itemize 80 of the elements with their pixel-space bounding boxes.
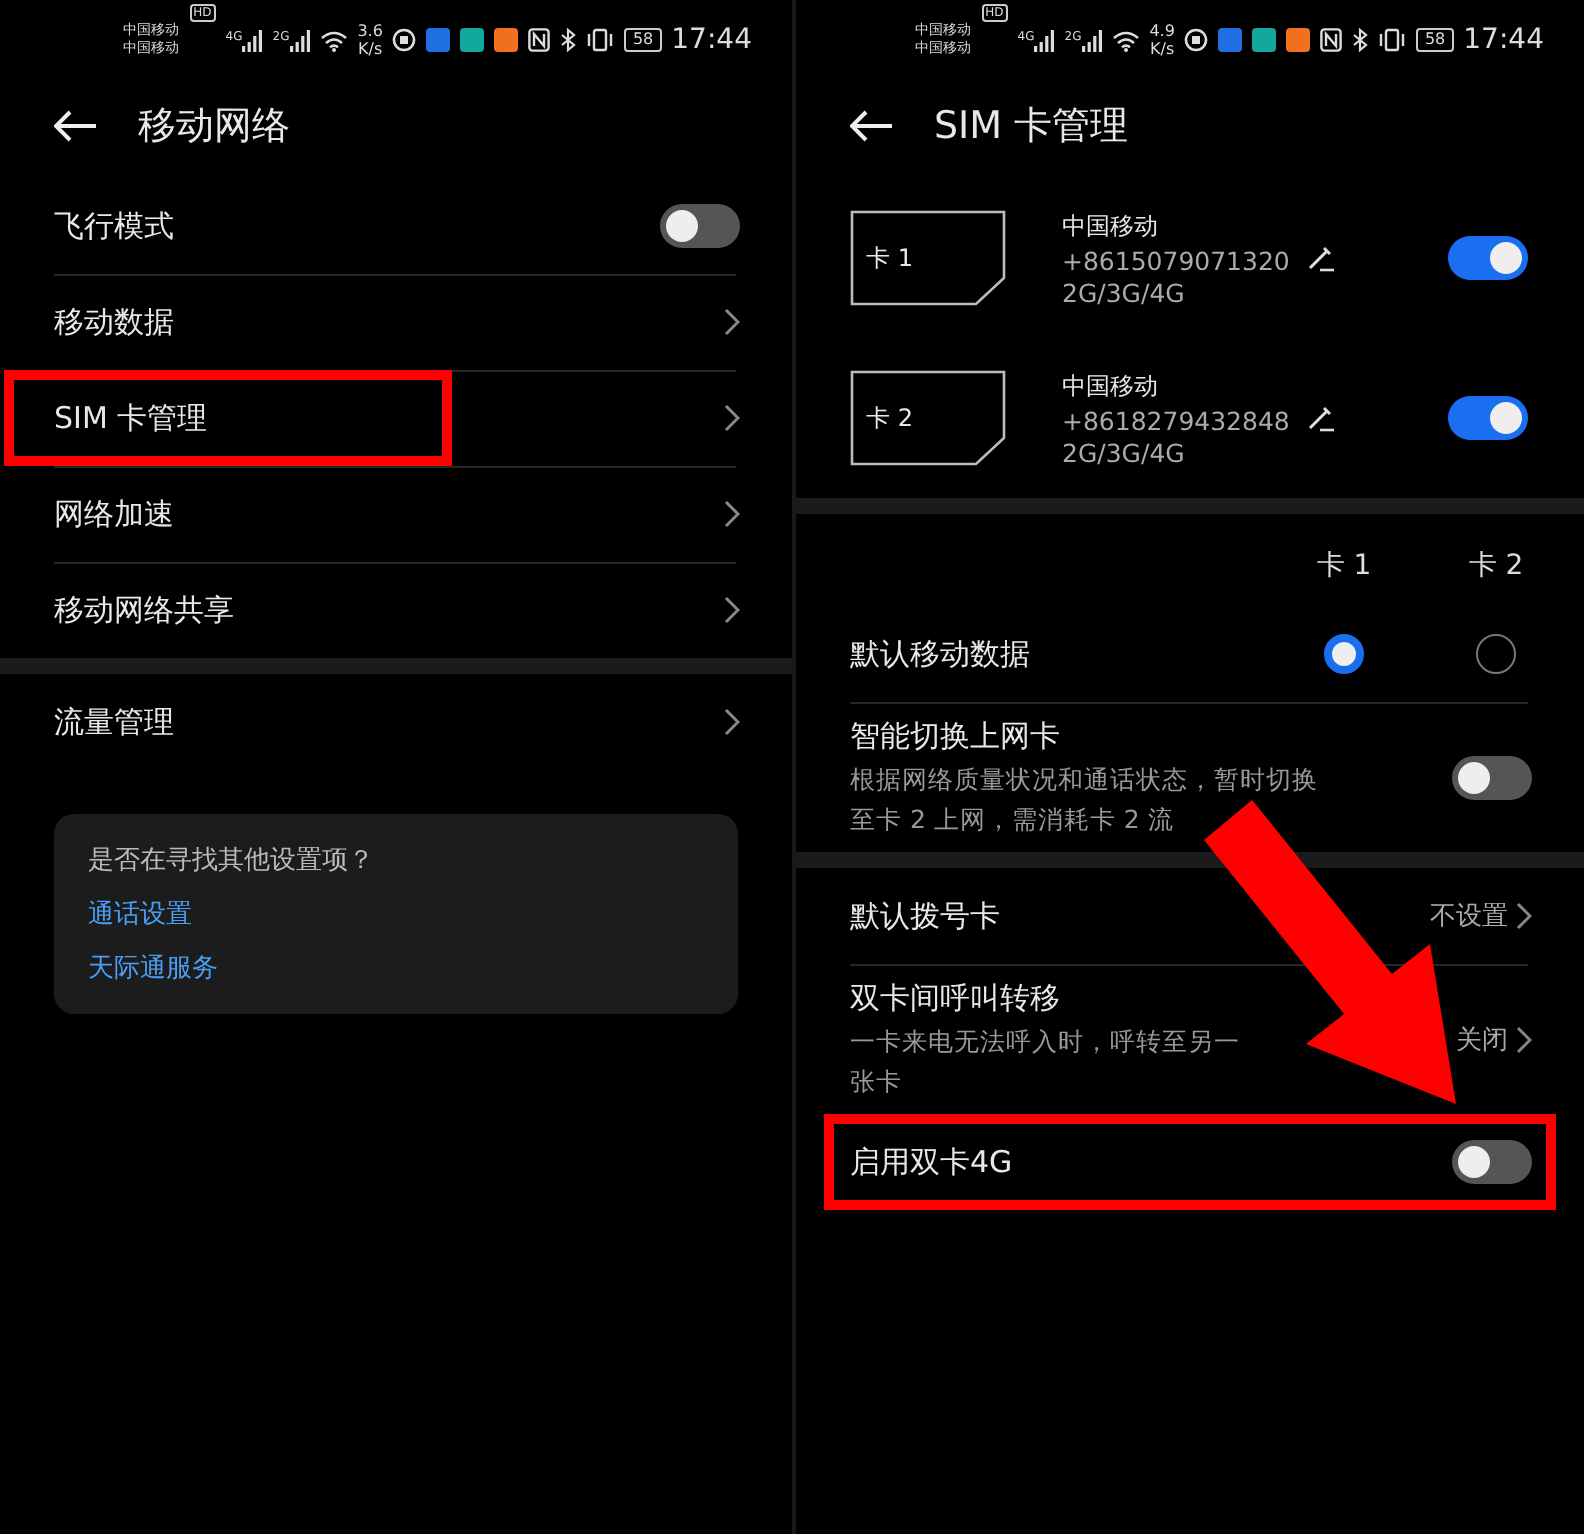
setting-description: 至卡 2 上网，需消耗卡 2 流 xyxy=(850,802,1176,836)
network-types: 2G/3G/4G xyxy=(1062,277,1187,307)
setting-label: 智能切换上网卡 xyxy=(850,718,1062,756)
suggestion-question: 是否在寻找其他设置项？ xyxy=(88,844,376,878)
chevron-icon xyxy=(724,308,740,336)
speed-unit: K/s xyxy=(1150,40,1175,58)
vibrate-icon xyxy=(586,28,615,52)
sim-card-icon xyxy=(850,370,1006,466)
setting-label: 网络加速 xyxy=(54,495,176,533)
settings-link[interactable]: 通话设置 xyxy=(88,896,704,932)
setting-label: 流量管理 xyxy=(54,703,176,741)
clock-time: 17:44 xyxy=(1463,24,1544,56)
app-icon xyxy=(426,28,451,52)
nfc-icon xyxy=(528,28,551,52)
setting-label: 默认移动数据 xyxy=(850,635,1032,673)
network-speed: 3.6 xyxy=(357,22,383,40)
toggle-switch[interactable] xyxy=(1448,396,1528,440)
clock-time: 17:44 xyxy=(671,24,752,56)
chevron-icon xyxy=(724,404,740,432)
chevron-icon xyxy=(724,500,740,528)
page-title: SIM 卡管理 xyxy=(934,101,1129,151)
bluetooth-icon xyxy=(1352,28,1369,52)
edit-icon[interactable] xyxy=(1308,244,1336,272)
setting-label: 默认拨号卡 xyxy=(850,897,1002,935)
signal-icon xyxy=(1034,29,1055,51)
chevron-icon xyxy=(1516,1025,1532,1053)
carrier-name: 中国移动 xyxy=(1062,209,1160,243)
wifi-icon xyxy=(319,29,348,51)
column-header: 卡 2 xyxy=(1468,548,1524,584)
radio-button[interactable] xyxy=(1476,634,1516,674)
network-speed: 4.9 xyxy=(1149,22,1175,40)
phone-number: +8615079071320 xyxy=(1062,245,1292,275)
setting-description: 张卡 xyxy=(850,1064,904,1098)
nfc-icon xyxy=(1320,28,1343,52)
signal-icon xyxy=(242,29,263,51)
bluetooth-icon xyxy=(560,28,577,52)
setting-label: 移动数据 xyxy=(54,303,176,341)
setting-value: 关闭 xyxy=(1456,1023,1508,1057)
sim-card-icon xyxy=(850,210,1006,306)
radio-button[interactable] xyxy=(1324,634,1364,674)
wifi-icon xyxy=(1111,29,1140,51)
setting-description: 一卡来电无法呼入时，呼转至另一 xyxy=(850,1024,1242,1058)
setting-label: 飞行模式 xyxy=(54,207,176,245)
toggle-switch[interactable] xyxy=(1452,1140,1532,1184)
app-icon xyxy=(1184,28,1209,52)
setting-label: 双卡间呼叫转移 xyxy=(850,980,1062,1018)
page-title: 移动网络 xyxy=(138,101,290,151)
vibrate-icon xyxy=(1378,28,1407,52)
chevron-icon xyxy=(1516,902,1532,930)
toggle-switch[interactable] xyxy=(1452,755,1532,799)
signal-icon xyxy=(1081,29,1102,51)
settings-link[interactable]: 天际通服务 xyxy=(88,950,704,986)
carrier-name: 中国移动 xyxy=(1062,369,1160,403)
column-header: 卡 1 xyxy=(1316,548,1372,584)
signal-icon xyxy=(289,29,310,51)
battery-icon: 58 xyxy=(1416,28,1454,52)
battery-icon: 58 xyxy=(624,28,662,52)
back-icon[interactable] xyxy=(850,109,894,141)
network-types: 2G/3G/4G xyxy=(1062,437,1187,467)
setting-description: 根据网络质量状况和通话状态，暂时切换 xyxy=(850,762,1320,796)
setting-label: 启用双卡4G xyxy=(850,1143,1015,1181)
app-icon xyxy=(494,28,519,52)
back-icon[interactable] xyxy=(54,109,98,141)
setting-value: 不设置 xyxy=(1430,900,1508,934)
speed-unit: K/s xyxy=(358,40,383,58)
app-icon xyxy=(392,28,417,52)
sim-slot-label: 卡 1 xyxy=(866,241,913,275)
app-icon xyxy=(1252,28,1277,52)
setting-label: 移动网络共享 xyxy=(54,591,236,629)
phone-number: +8618279432848 xyxy=(1062,405,1292,435)
toggle-switch[interactable] xyxy=(1448,236,1528,280)
edit-icon[interactable] xyxy=(1308,404,1336,432)
chevron-icon xyxy=(724,596,740,624)
chevron-icon xyxy=(724,708,740,736)
sim-slot-label: 卡 2 xyxy=(866,401,913,435)
setting-label: SIM 卡管理 xyxy=(54,399,210,437)
app-icon xyxy=(460,28,485,52)
app-icon xyxy=(1286,28,1311,52)
app-icon xyxy=(1218,28,1243,52)
toggle-switch[interactable] xyxy=(660,204,740,248)
